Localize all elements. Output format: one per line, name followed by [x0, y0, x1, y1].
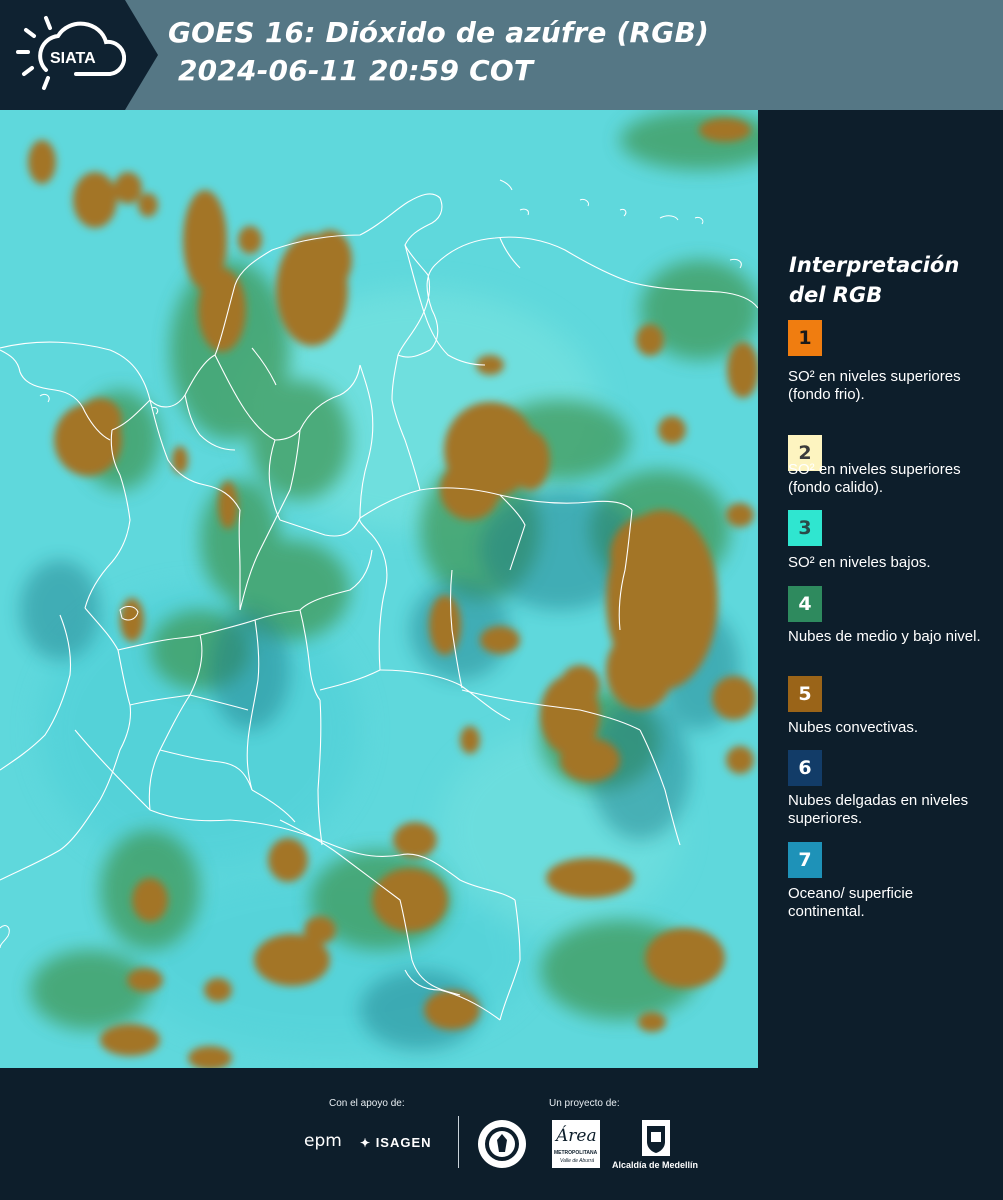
- alcaldia-shield-icon: [642, 1120, 670, 1156]
- legend-number: 3: [798, 517, 812, 539]
- isagen-logo: ✦ ISAGEN: [360, 1135, 432, 1150]
- epm-logo: epm: [304, 1131, 342, 1151]
- legend-label-1: SO² en niveles superiores (fondo frio).: [788, 368, 961, 403]
- legend-number: 1: [798, 327, 812, 349]
- legend-swatch-1: 1: [788, 320, 822, 356]
- title-line-2: 2024-06-11 20:59 COT: [178, 54, 534, 87]
- siata-logo: SIATA: [16, 16, 126, 90]
- area-subtext-1: METROPOLITANA: [554, 1150, 598, 1156]
- legend-label-6: Nubes delgadas en niveles superiores.: [788, 792, 969, 827]
- legend-title: Interpretación del RGB: [789, 253, 960, 307]
- legend-swatch-4: 4: [788, 586, 822, 622]
- epm-text: epm: [304, 1131, 342, 1151]
- legend-label-3: SO² en niveles bajos.: [788, 554, 931, 571]
- footer-separator: [458, 1116, 459, 1168]
- logo-band: SIATA: [0, 0, 158, 110]
- medellin-seal-icon: [478, 1120, 526, 1168]
- support-label: Con el apoyo de:: [329, 1098, 405, 1109]
- footer: Con el apoyo de: Un proyecto de: epm ✦ I…: [0, 1068, 1003, 1200]
- isagen-text: ISAGEN: [375, 1135, 432, 1150]
- satellite-map[interactable]: [0, 110, 758, 1068]
- legend-label-7: Oceano/ superficie continental.: [788, 885, 914, 920]
- header-bar: SIATA GOES 16: Dióxido de azúfre (RGB) 2…: [0, 0, 1003, 110]
- legend-swatch-7: 7: [788, 842, 822, 878]
- legend-panel: Interpretación del RGB 1 SO² en niveles s…: [760, 110, 1003, 1068]
- map-svg: [0, 110, 758, 1068]
- title-line-1: GOES 16: Dióxido de azúfre (RGB): [168, 16, 710, 49]
- legend-label-4: Nubes de medio y bajo nivel.: [788, 628, 981, 645]
- legend-label-5: Nubes convectivas.: [788, 719, 919, 736]
- legend-swatch-5: 5: [788, 676, 822, 712]
- legend-number: 6: [798, 757, 812, 779]
- legend-swatch-6: 6: [788, 750, 822, 786]
- legend-number: 7: [798, 849, 812, 871]
- legend-number: 4: [798, 593, 812, 615]
- project-label: Un proyecto de:: [549, 1098, 620, 1109]
- legend-swatch-3: 3: [788, 510, 822, 546]
- area-subtext-2: Valle de Aburrá: [560, 1158, 595, 1164]
- legend-number: 5: [798, 683, 812, 705]
- area-logo-text: Área: [556, 1126, 597, 1146]
- isagen-icon: ✦: [360, 1136, 372, 1150]
- area-metropolitana-logo: Área METROPOLITANA Valle de Aburrá: [552, 1120, 600, 1168]
- legend-label-2: SO² en niveles superiores (fondo calido)…: [788, 461, 961, 496]
- alcaldia-text: Alcaldía de Medellín: [612, 1160, 699, 1170]
- logo-text: SIATA: [50, 50, 96, 67]
